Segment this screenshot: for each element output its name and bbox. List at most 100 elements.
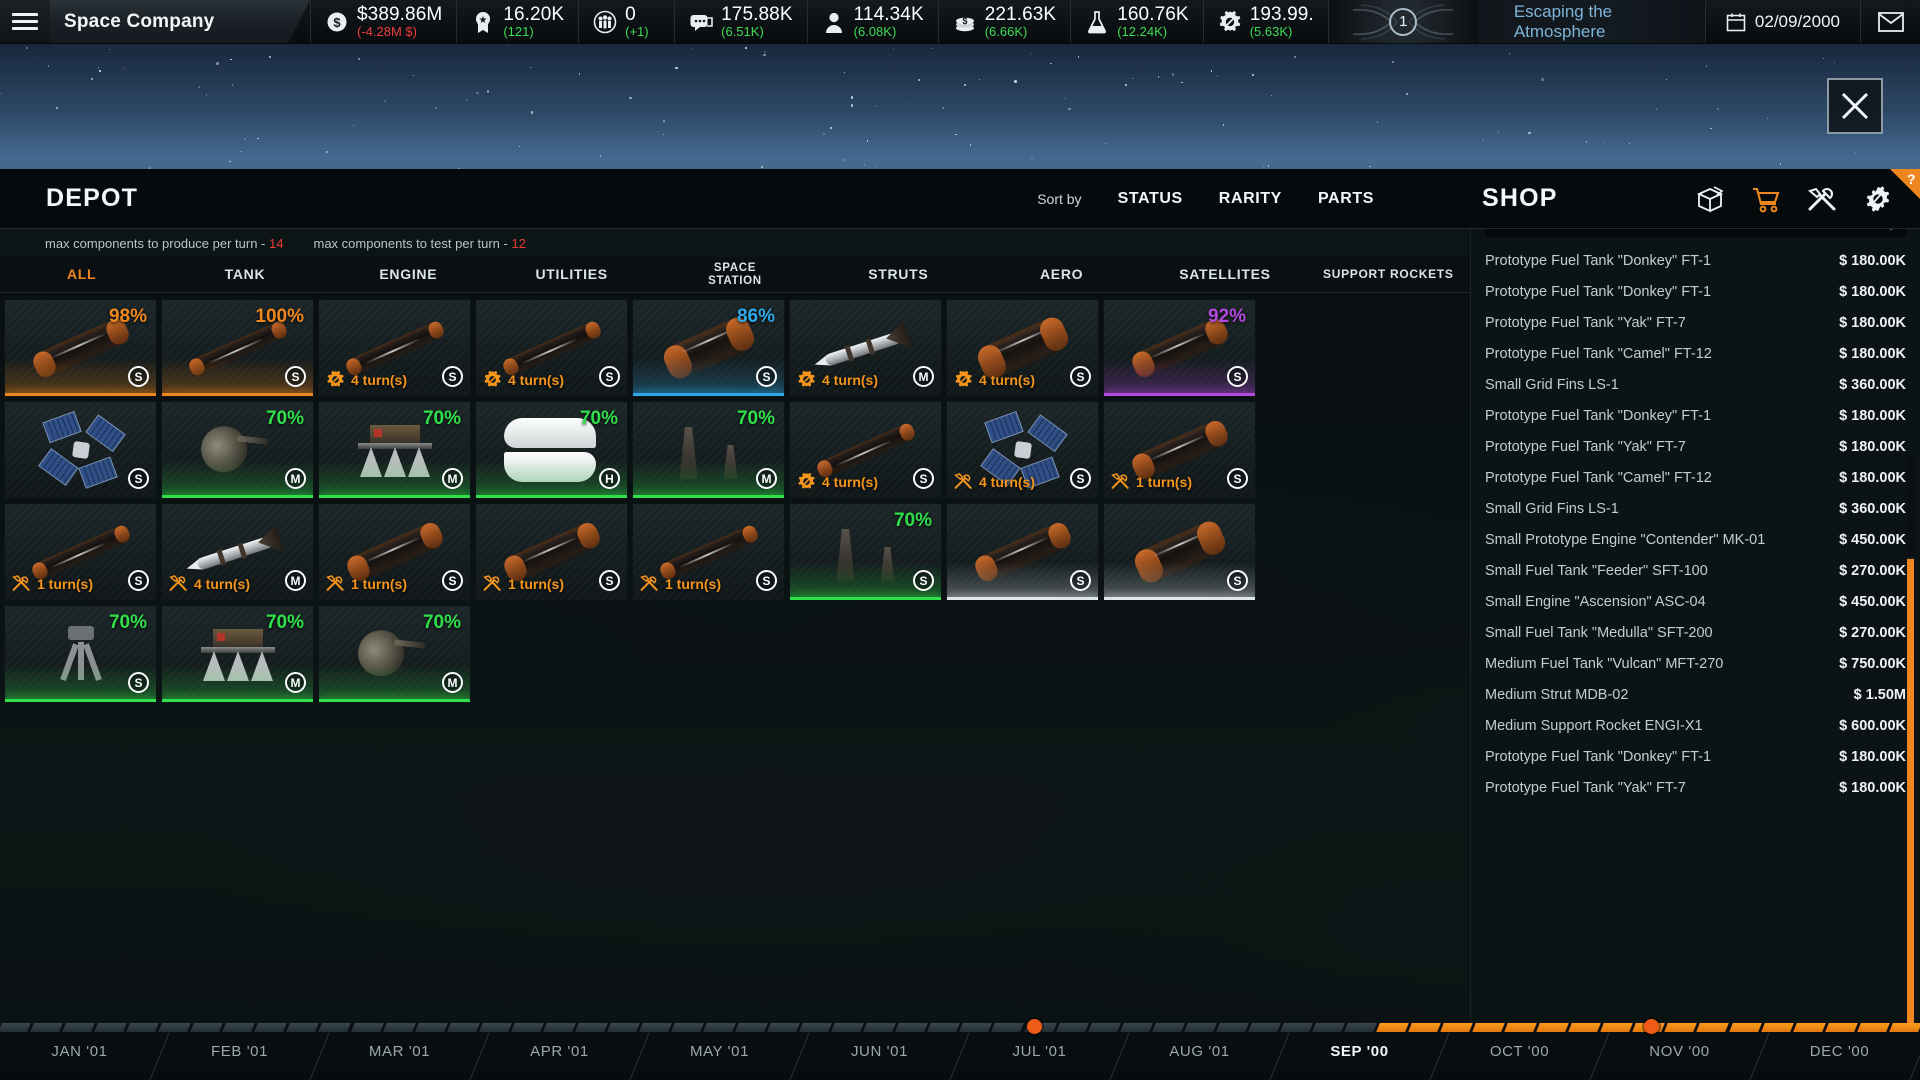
component-card[interactable]: 70%M <box>318 401 471 499</box>
category-tab-utilities[interactable]: UTILITIES <box>490 257 653 292</box>
cart-icon[interactable] <box>1750 183 1782 215</box>
timeline-month[interactable]: OCT '00 <box>1440 1023 1600 1080</box>
component-card[interactable]: 1 turn(s)S <box>632 503 785 601</box>
timeline-marker-left[interactable] <box>1027 1019 1042 1034</box>
component-card[interactable]: 100%S <box>161 299 314 397</box>
resource-production[interactable]: 193.99.(5.63K) <box>1203 0 1328 43</box>
component-card[interactable]: 4 turn(s)S <box>946 401 1099 499</box>
component-card[interactable]: 4 turn(s)M <box>789 299 942 397</box>
component-card[interactable]: 70%M <box>632 401 785 499</box>
component-card[interactable]: 1 turn(s)S <box>1103 401 1256 499</box>
star <box>1604 142 1605 143</box>
box-icon[interactable] <box>1694 183 1726 215</box>
size-badge: S <box>1227 366 1248 387</box>
component-card[interactable]: 1 turn(s)S <box>475 503 628 601</box>
mail-button[interactable] <box>1860 0 1920 43</box>
component-card[interactable]: S <box>1103 503 1256 601</box>
hamburger-menu-icon[interactable] <box>0 0 50 43</box>
timeline-month[interactable]: MAY '01 <box>640 1023 800 1080</box>
component-card[interactable]: 98%S <box>4 299 157 397</box>
shop-list-item[interactable]: Prototype Fuel Tank "Camel" FT-12$ 180.0… <box>1485 338 1906 369</box>
shop-list-item[interactable]: Prototype Fuel Tank "Yak" FT-7$ 180.00K <box>1485 431 1906 462</box>
component-card[interactable]: 4 turn(s)S <box>789 401 942 499</box>
shop-list-item[interactable]: Prototype Fuel Tank "Donkey" FT-1$ 180.0… <box>1485 400 1906 431</box>
category-tab-satellites[interactable]: SATELLITES <box>1143 257 1306 292</box>
shop-list-item[interactable]: Small Grid Fins LS-1$ 360.00K <box>1485 493 1906 524</box>
shop-list-item[interactable]: Prototype Fuel Tank "Yak" FT-7$ 180.00K <box>1485 772 1906 803</box>
component-card[interactable]: 92%S <box>1103 299 1256 397</box>
tools-icon[interactable] <box>1806 183 1838 215</box>
resource-support[interactable]: 175.88K(6.51K) <box>674 0 807 43</box>
shop-item-price: $ 450.00K <box>1839 594 1906 610</box>
star <box>83 150 84 151</box>
component-card[interactable]: 70%S <box>789 503 942 601</box>
resource-funds[interactable]: $221.63K(6.66K) <box>938 0 1071 43</box>
sort-option-rarity[interactable]: RARITY <box>1219 190 1282 208</box>
component-card[interactable]: 4 turn(s)S <box>475 299 628 397</box>
close-button[interactable] <box>1827 78 1883 134</box>
category-tab-all[interactable]: ALL <box>0 257 163 292</box>
shop-list-item[interactable]: Small Fuel Tank "Medulla" SFT-200$ 270.0… <box>1485 617 1906 648</box>
shop-list-item[interactable]: Prototype Fuel Tank "Donkey" FT-1$ 180.0… <box>1485 741 1906 772</box>
shop-list-item[interactable]: Prototype Fuel Tank "Yak" FT-7$ 180.00K <box>1485 307 1906 338</box>
category-tab-space-station[interactable]: SPACESTATION <box>653 257 816 292</box>
component-card[interactable]: 86%S <box>632 299 785 397</box>
sort-option-status[interactable]: STATUS <box>1118 190 1183 208</box>
component-card[interactable]: 4 turn(s)M <box>161 503 314 601</box>
shop-list-item[interactable]: Medium Strut MDB-02$ 1.50M <box>1485 679 1906 710</box>
resource-value: 193.99. <box>1250 5 1314 24</box>
component-card[interactable]: 4 turn(s)S <box>946 299 1099 397</box>
shop-list-item[interactable]: Small Fuel Tank "Feeder" SFT-100$ 270.00… <box>1485 555 1906 586</box>
current-mission[interactable]: Escaping the Atmosphere <box>1478 0 1705 43</box>
shop-list-item[interactable]: Prototype Fuel Tank "Donkey" FT-1$ 180.0… <box>1485 276 1906 307</box>
shop-item-price: $ 180.00K <box>1839 253 1906 269</box>
star <box>805 105 806 106</box>
star <box>257 138 258 139</box>
resource-science[interactable]: 160.76K(12.24K) <box>1070 0 1203 43</box>
category-tab-tank[interactable]: TANK <box>163 257 326 292</box>
shop-list-item[interactable]: Small Grid Fins LS-1$ 360.00K <box>1485 369 1906 400</box>
resource-workers[interactable]: 114.34K(6.08K) <box>807 0 938 43</box>
sort-option-parts[interactable]: PARTS <box>1318 190 1374 208</box>
timeline-month[interactable]: FEB '01 <box>160 1023 320 1080</box>
timeline-month[interactable]: SEP '00 <box>1280 1023 1440 1080</box>
component-card[interactable]: 70%H <box>475 401 628 499</box>
shop-scrollbar-thumb[interactable] <box>1907 559 1914 1080</box>
rarity-bar <box>319 495 470 498</box>
category-tab-engine[interactable]: ENGINE <box>327 257 490 292</box>
shop-list-item[interactable]: Small Engine "Ascension" ASC-04$ 450.00K <box>1485 586 1906 617</box>
timeline-marker-right[interactable] <box>1644 1019 1659 1034</box>
timeline-month[interactable]: JUN '01 <box>800 1023 960 1080</box>
component-card[interactable]: 1 turn(s)S <box>318 503 471 601</box>
component-card[interactable]: 70%S <box>4 605 157 703</box>
shop-item-name: Prototype Fuel Tank "Yak" FT-7 <box>1485 315 1839 331</box>
resource-money[interactable]: $$389.86M(-4.28M $) <box>310 0 456 43</box>
timeline-month[interactable]: JAN '01 <box>0 1023 160 1080</box>
component-card[interactable]: 1 turn(s)S <box>4 503 157 601</box>
category-tab-aero[interactable]: AERO <box>980 257 1143 292</box>
timeline-month[interactable]: DEC '00 <box>1760 1023 1920 1080</box>
timeline-month[interactable]: APR '01 <box>480 1023 640 1080</box>
shop-scrollbar-upper[interactable] <box>1907 457 1914 557</box>
component-card[interactable]: S <box>4 401 157 499</box>
resource-reputation[interactable]: ★16.20K(121) <box>456 0 578 43</box>
component-card[interactable]: 70%M <box>318 605 471 703</box>
shop-header: SHOP <box>1470 169 1920 229</box>
shop-list-item[interactable]: Prototype Fuel Tank "Donkey" FT-1$ 180.0… <box>1485 245 1906 276</box>
shop-list-item[interactable]: Prototype Fuel Tank "Camel" FT-12$ 180.0… <box>1485 462 1906 493</box>
component-card[interactable]: S <box>946 503 1099 601</box>
timeline-month[interactable]: AUG '01 <box>1120 1023 1280 1080</box>
shop-list-item[interactable]: Medium Fuel Tank "Vulcan" MFT-270$ 750.0… <box>1485 648 1906 679</box>
help-badge-corner[interactable]: ? <box>1890 169 1920 199</box>
shop-list-item[interactable]: Medium Support Rocket ENGI-X1$ 600.00K <box>1485 710 1906 741</box>
component-card[interactable]: 4 turn(s)S <box>318 299 471 397</box>
company-name-tab[interactable]: Space Company <box>50 0 310 43</box>
timeline-month[interactable]: NOV '00 <box>1600 1023 1760 1080</box>
timeline-month[interactable]: MAR '01 <box>320 1023 480 1080</box>
category-tab-struts[interactable]: STRUTS <box>817 257 980 292</box>
component-card[interactable]: 70%M <box>161 401 314 499</box>
category-tab-support-rockets[interactable]: SUPPORT ROCKETS <box>1307 257 1470 292</box>
resource-population[interactable]: 0(+1) <box>578 0 674 43</box>
component-card[interactable]: 70%M <box>161 605 314 703</box>
shop-list-item[interactable]: Small Prototype Engine "Contender" MK-01… <box>1485 524 1906 555</box>
